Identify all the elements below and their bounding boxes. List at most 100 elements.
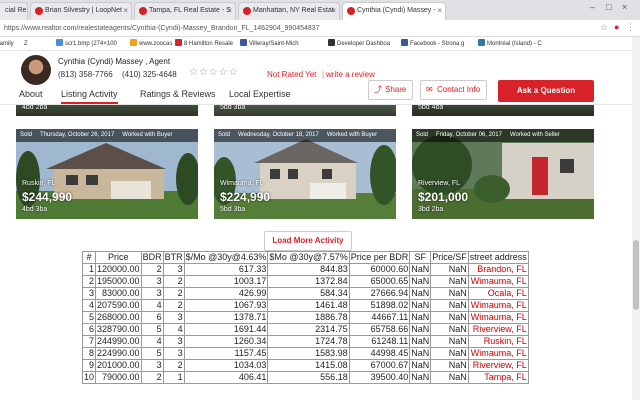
table-cell: 83000.00 — [95, 287, 142, 300]
bookmark-item[interactable]: Villeray/Saint-Mich — [240, 38, 299, 50]
listing-card[interactable]: Sold Wednesday, October 18, 2017 Worked wi… — [214, 129, 396, 219]
close-window-icon[interactable]: × — [622, 2, 627, 12]
tab-ratings-reviews[interactable]: Ratings & Reviews — [140, 89, 216, 99]
table-cell: NaN — [409, 359, 432, 372]
table-cell: 3 — [162, 347, 185, 360]
page-icon — [478, 39, 485, 46]
table-cell: NaN — [430, 359, 469, 372]
listing-price: $244,990 — [22, 190, 73, 204]
star-bookmark-icon[interactable]: ☆ — [600, 22, 608, 33]
table-row: 10 79000.00 2 1 406.41 556.18 39500.40 NaN NaN Ta… — [81, 371, 529, 384]
envelope-icon: ✉ — [426, 85, 433, 94]
bookmark-item[interactable]: Facebook - Strona g — [401, 38, 464, 50]
table-cell: 4 — [140, 335, 164, 348]
browser-tab-active[interactable]: Cynthia (Cyndi) Massey - × — [342, 2, 446, 20]
menu-icon[interactable]: ⋮ — [626, 22, 635, 33]
close-icon[interactable]: × — [227, 3, 232, 19]
table-cell: 195000.00 — [95, 275, 142, 288]
table-cell: 1372.84 — [267, 275, 350, 288]
tab-about[interactable]: About — [19, 89, 43, 99]
extension-icon[interactable]: ● — [614, 22, 619, 32]
phone-1[interactable]: (813) 358-7766 — [58, 70, 113, 79]
browser-tab-3[interactable]: Manhattan, NY Real Estat × — [238, 2, 340, 20]
facebook-icon — [401, 39, 408, 46]
table-cell: 1724.78 — [267, 335, 350, 348]
bookmark-item[interactable]: Developer Dashboa — [328, 38, 390, 50]
minimize-icon[interactable]: – — [590, 2, 595, 12]
maximize-icon[interactable]: □ — [606, 2, 611, 12]
table-cell: Ruskin, FL — [467, 335, 529, 348]
listing-card[interactable]: Sold Thursday, October 26, 2017 Worked wit… — [16, 129, 198, 219]
browser-tab-1[interactable]: Brian Silvestry | LoopNet × — [30, 2, 132, 20]
column-header: street address — [467, 251, 529, 264]
phone-2[interactable]: (410) 325-4648 — [122, 70, 177, 79]
table-cell: 4 — [162, 323, 185, 336]
contact-info-button[interactable]: ✉ Contact Info — [420, 80, 488, 100]
bookmark-item[interactable]: family — [0, 38, 14, 50]
bookmark-item[interactable]: scr1.bmp (274×100 — [56, 38, 117, 50]
listing-beds: 5bd 4ba — [418, 104, 444, 111]
table-cell: NaN — [409, 275, 432, 288]
bookmark-item[interactable]: www.zoocas — [130, 38, 172, 50]
tab-local-expertise[interactable]: Local Expertise — [229, 89, 291, 99]
close-icon[interactable]: × — [331, 3, 336, 19]
table-cell: Wimauma, FL — [467, 299, 529, 312]
bookmark-item[interactable]: Montréal (Island) - C — [478, 38, 542, 50]
table-cell: 328790.00 — [95, 323, 142, 336]
bookmark-item[interactable]: 8 Hamilton Resale — [175, 38, 233, 50]
table-row: 7 244990.00 4 3 1260.34 1724.78 61248.11 NaN NaN… — [81, 335, 529, 348]
table-cell: 2 — [162, 299, 185, 312]
table-cell: Wimauma, FL — [467, 347, 529, 360]
sold-date: Thursday, October 26, 2017 — [40, 132, 115, 138]
sold-date: Wednesday, October 18, 2017 — [238, 132, 319, 138]
url-input[interactable]: https://www.realtor.com/realestateagents… — [2, 22, 592, 35]
close-icon[interactable]: × — [437, 3, 442, 19]
browser-tab-bar: cial Re Brian Silvestry | LoopNet × Tampa… — [0, 0, 640, 20]
avatar — [21, 55, 51, 85]
browser-tab-0[interactable]: cial Re — [0, 2, 28, 20]
table-cell: 2314.75 — [267, 323, 350, 336]
table-cell: 1 — [162, 371, 185, 384]
listing-card[interactable]: Sold Friday, October 06, 2017 Worked with … — [412, 129, 594, 219]
bookmark-label: Montréal (Island) - C — [487, 41, 542, 47]
status-badge: Sold — [416, 132, 429, 138]
bookmark-label: Z — [24, 41, 28, 47]
listing-data-table: # Price BDR BTR $/Mo @30y@4.63% $Mo @30y@7.57… — [81, 251, 529, 384]
table-cell: 1691.44 — [183, 323, 269, 336]
table-cell: 44667.11 — [348, 311, 411, 324]
listing-status-bar: Sold Friday, October 06, 2017 Worked with … — [412, 129, 594, 142]
rating-stars-icon: ☆☆☆☆☆ — [189, 67, 239, 78]
scrollbar-track[interactable] — [632, 37, 640, 400]
share-button[interactable]: ⤴ Share — [368, 80, 414, 100]
scrollbar-thumb[interactable] — [633, 240, 639, 310]
table-cell: NaN — [409, 347, 432, 360]
tab-listing-activity[interactable]: Listing Activity — [61, 89, 118, 104]
table-cell: 406.41 — [183, 371, 269, 384]
table-cell: 65000.65 — [348, 275, 411, 288]
page-icon — [240, 39, 247, 46]
column-header: BTR — [162, 251, 185, 264]
ask-question-button[interactable]: Ask a Question — [498, 80, 594, 102]
load-more-button[interactable]: Load More Activity — [264, 231, 352, 251]
tab-label: Manhattan, NY Real Estat — [253, 7, 334, 14]
listing-status-bar: Sold Thursday, October 26, 2017 Worked wit… — [16, 129, 198, 142]
sold-date: Friday, October 06, 2017 — [436, 132, 502, 138]
write-review-link[interactable]: write a review — [326, 70, 375, 79]
table-row: 4 207590.00 4 2 1067.93 1461.48 51898.02 NaN NaN… — [81, 299, 529, 312]
close-icon[interactable]: × — [123, 3, 128, 19]
browser-tab-2[interactable]: Tampa, FL Real Estate - S × — [134, 2, 236, 20]
table-cell: 1886.78 — [267, 311, 350, 324]
bookmark-item[interactable]: Z — [24, 38, 28, 50]
table-cell: 556.18 — [267, 371, 350, 384]
column-header: Price/SF — [430, 251, 469, 264]
table-cell: 5 — [140, 347, 164, 360]
table-cell: 2 — [162, 275, 185, 288]
table-cell: 2 — [140, 371, 164, 384]
table-cell: 1415.08 — [267, 359, 350, 372]
table-cell: 5 — [140, 323, 164, 336]
table-cell: NaN — [409, 311, 432, 324]
share-icon: ⤴ — [374, 85, 382, 94]
table-cell: 6 — [81, 323, 97, 336]
listing-beds: 3bd 2ba — [418, 206, 444, 213]
table-cell: NaN — [430, 347, 469, 360]
